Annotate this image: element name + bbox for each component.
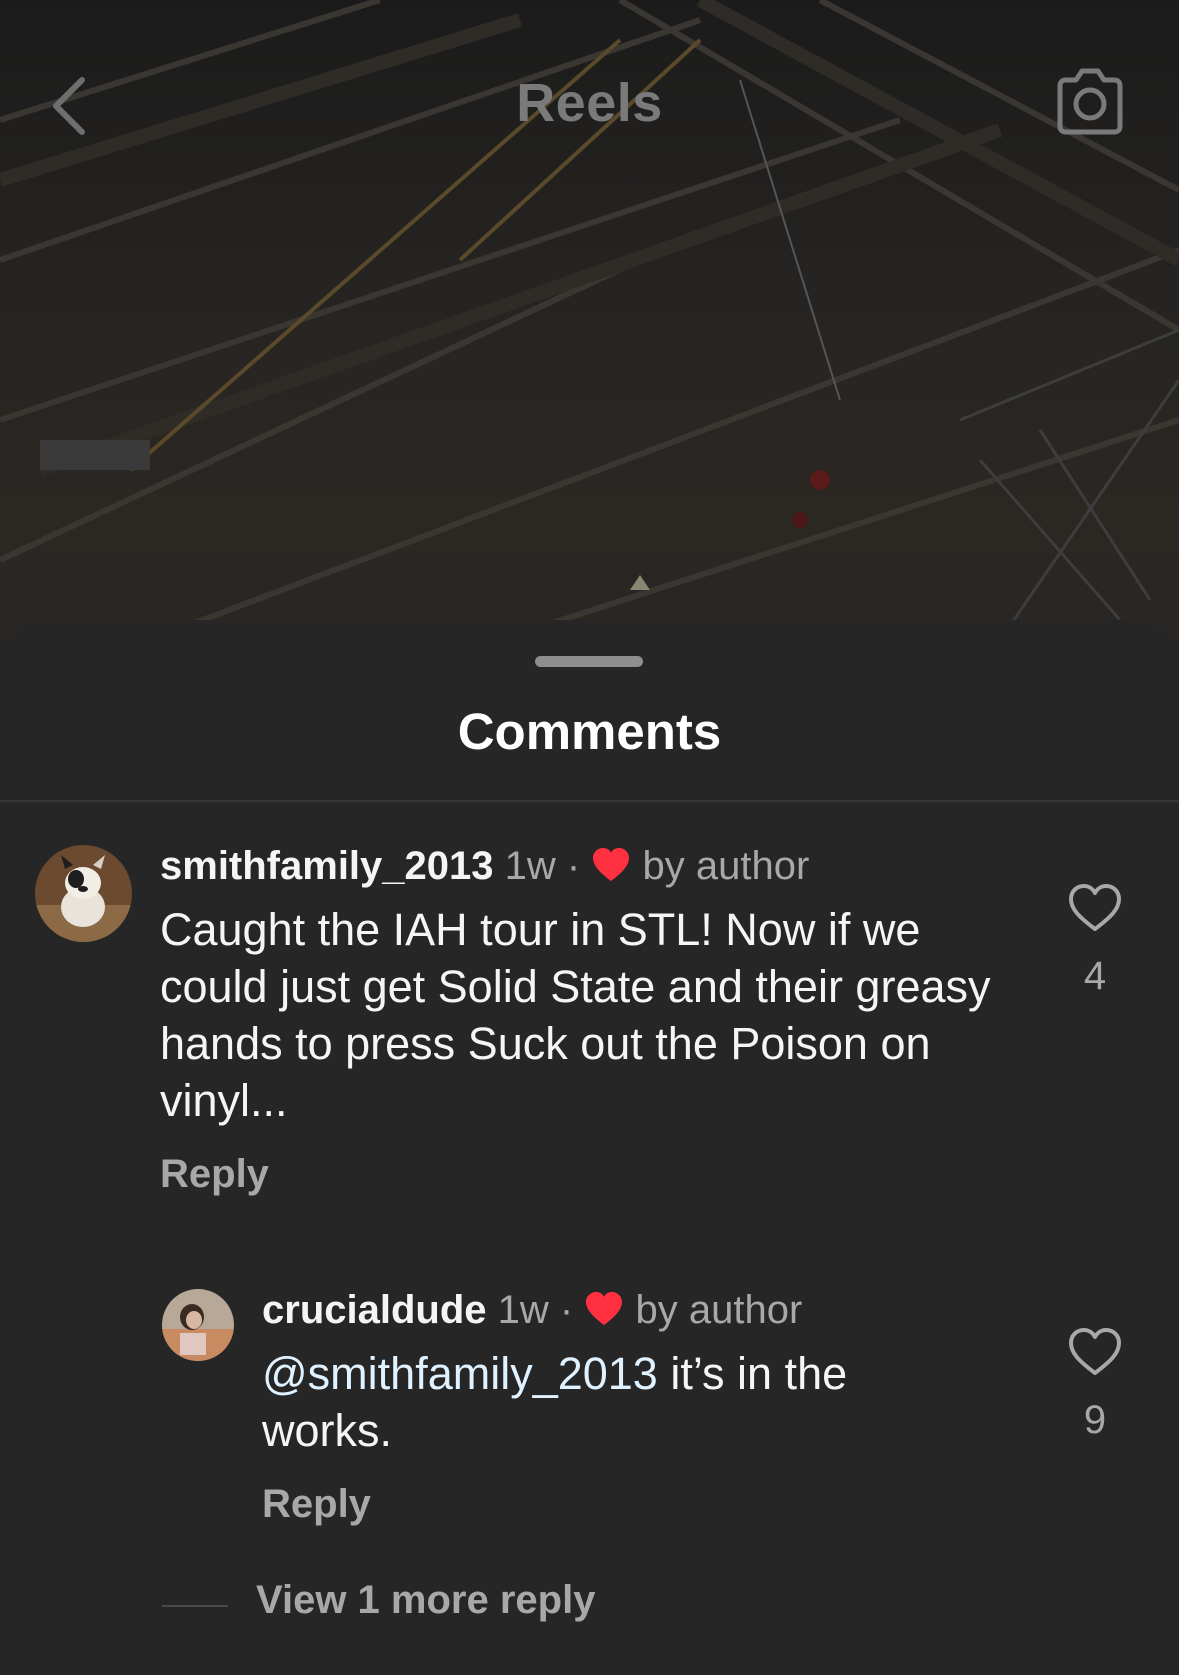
reply-button[interactable]: Reply [160,1152,269,1197]
comments-title: Comments [457,703,722,760]
page-title: Reels [516,73,663,133]
heart-outline-icon [1069,884,1121,931]
comment-text: Caught the IAH tour in STL! Now if we co… [160,904,991,1126]
view-more-replies-button[interactable]: View 1 more reply [256,1578,595,1623]
mention-link[interactable]: @smithfamily_2013 [262,1348,658,1399]
avatar[interactable] [162,1289,234,1361]
like-count: 9 [1083,1398,1107,1442]
liked-by-author-label: by author [635,1288,803,1332]
heart-filled-icon [586,1292,623,1325]
like-button[interactable] [1067,1326,1123,1378]
top-navigation-bar: Reels [0,0,1179,205]
user-avatar-image [162,1289,234,1361]
avatar[interactable] [35,845,132,942]
dog-avatar-image [35,845,132,942]
separator: · [559,1288,574,1332]
heart-filled-icon [593,848,630,881]
reply-button[interactable]: Reply [262,1482,371,1527]
separator: · [566,844,581,888]
comment-meta: smithfamily_2013 1w · by author [160,842,809,890]
camera-button[interactable] [1052,64,1128,140]
heart-outline-icon [1069,1328,1121,1375]
camera-icon [1057,68,1123,135]
comment-text: @smithfamily_2013 it’s in the works. [262,1345,962,1459]
username[interactable]: crucialdude [262,1288,487,1332]
timestamp: 1w [497,1288,549,1332]
username[interactable]: smithfamily_2013 [160,844,494,888]
like-button[interactable] [1067,882,1123,934]
comment-meta: crucialdude 1w · by author [262,1286,802,1334]
divider [0,800,1179,802]
view-more-line [162,1605,228,1607]
timestamp: 1w [504,844,556,888]
like-count: 4 [1083,954,1107,998]
liked-by-author-label: by author [642,844,810,888]
comments-sheet: Comments smithfamily_2013 1w · by author [0,620,1179,1675]
sheet-drag-handle[interactable] [535,656,643,667]
